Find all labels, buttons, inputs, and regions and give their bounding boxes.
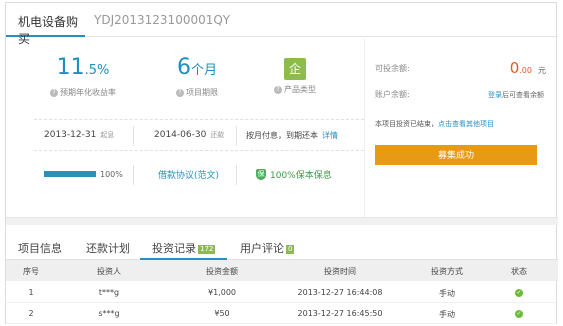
top-tab-bar: 机电设备购买 YDJ2013123100001QY: [6, 3, 558, 46]
divider: [236, 126, 237, 146]
guarantee-text: 100%保本保息: [270, 170, 332, 181]
end-date-tag: 还款: [210, 131, 225, 139]
product-type-badge: 企: [284, 58, 306, 80]
term-stat: 6个月 ? 项目期限: [142, 53, 252, 98]
progress-row: 100% 借款协议(范文) 保 100%保本保息: [34, 159, 364, 189]
detail-tab-bar: 项目信息 还款计划 投资记录 172 用户评论 0: [6, 233, 558, 260]
shield-icon: 保: [256, 168, 266, 180]
term-value: 6个月: [176, 55, 217, 80]
check-circle-icon: ✓: [515, 289, 523, 297]
funding-percent: 100%: [100, 169, 123, 179]
account-balance-label: 账户余额:: [375, 90, 410, 99]
annual-rate-label: 预期年化收益率: [60, 88, 116, 97]
dates-row: 2013-12-31 起息 2014-06-30 还款 按月付息，到期还本 详情: [34, 119, 364, 151]
records-table-header: 序号 投资人 投资金额 投资时间 投资方式 状态: [6, 260, 558, 281]
funding-progress-fill: [44, 171, 96, 177]
investable-balance: 0.00 元: [509, 59, 546, 77]
tab-investment-records[interactable]: 投资记录 172: [140, 240, 228, 260]
project-ended-notice: 本项目投资已结束，点击查看其他项目: [375, 120, 494, 128]
section-separator: [6, 217, 558, 225]
row-method: 手动: [439, 310, 455, 319]
tab-project-info[interactable]: 项目信息: [18, 240, 62, 256]
annual-rate-value: 11.5%: [56, 55, 110, 80]
divider: [236, 165, 237, 185]
row-investor: t***g: [98, 288, 120, 297]
row-no: 1: [28, 288, 34, 297]
row-amount: ¥50: [214, 309, 230, 318]
row-amount: ¥1,000: [208, 288, 236, 297]
start-date: 2013-12-31: [44, 130, 97, 140]
login-hint: 登录后可查看余额: [488, 91, 544, 99]
help-icon[interactable]: ?: [50, 88, 58, 97]
annual-rate-stat: 11.5% ? 预期年化收益率: [28, 53, 138, 98]
loan-agreement-link[interactable]: 借款协议(范文): [158, 168, 219, 181]
row-time: 2013-12-27 16:44:08: [297, 288, 383, 297]
col-header-no: 序号: [23, 267, 39, 276]
end-date: 2014-06-30: [154, 130, 207, 140]
order-number: YDJ2013123100001QY: [94, 13, 231, 27]
login-link[interactable]: 登录: [488, 91, 502, 99]
project-info: 11.5% ? 预期年化收益率 6个月 ? 项目期限 企 ? 产品类型 2013-12…: [34, 39, 364, 217]
product-type-label: 产品类型: [284, 85, 316, 94]
product-type-stat: 企 ? 产品类型: [240, 53, 350, 95]
divider: [133, 165, 134, 185]
col-header-time: 投资时间: [324, 267, 356, 276]
divider: [133, 126, 134, 146]
col-header-status: 状态: [511, 267, 527, 276]
row-method: 手动: [439, 289, 455, 298]
tab-user-comments[interactable]: 用户评论 0: [240, 240, 295, 256]
comment-count-badge: 0: [286, 245, 295, 254]
col-header-investor: 投资人: [97, 267, 121, 276]
col-header-amount: 投资金额: [206, 267, 238, 276]
funding-progress-bar: [44, 171, 96, 177]
term-label: 项目期限: [186, 88, 218, 97]
investable-balance-label: 可投余额:: [375, 64, 410, 73]
row-no: 2: [28, 309, 34, 318]
table-row: 1 t***g ¥1,000 2013-12-27 16:44:08 手动 ✓: [6, 282, 558, 303]
check-circle-icon: ✓: [515, 310, 523, 318]
row-investor: s***g: [98, 309, 120, 318]
details-link[interactable]: 详情: [322, 130, 338, 141]
tab-repayment-plan[interactable]: 还款计划: [86, 240, 130, 256]
repay-method: 按月付息，到期还本: [246, 130, 318, 140]
investment-side-panel: 可投余额: 0.00 元 账户余额: 登录后可查看余额 本项目投资已结束，点击查看…: [364, 39, 558, 217]
other-projects-link[interactable]: 点击查看其他项目: [438, 120, 494, 128]
project-detail-panel: 机电设备购买 YDJ2013123100001QY 11.5% ? 预期年化收益率…: [5, 2, 558, 324]
col-header-method: 投资方式: [431, 267, 463, 276]
tab-project-name[interactable]: 机电设备购买: [6, 3, 85, 46]
start-date-tag: 起息: [100, 131, 115, 139]
row-time: 2013-12-27 16:45:50: [297, 309, 383, 318]
help-icon[interactable]: ?: [176, 88, 184, 97]
raise-success-button[interactable]: 募集成功: [375, 145, 537, 165]
table-row: 2 s***g ¥50 2013-12-27 16:45:50 手动 ✓: [6, 303, 558, 324]
help-icon[interactable]: ?: [274, 85, 282, 94]
investment-count-badge: 172: [198, 245, 216, 254]
